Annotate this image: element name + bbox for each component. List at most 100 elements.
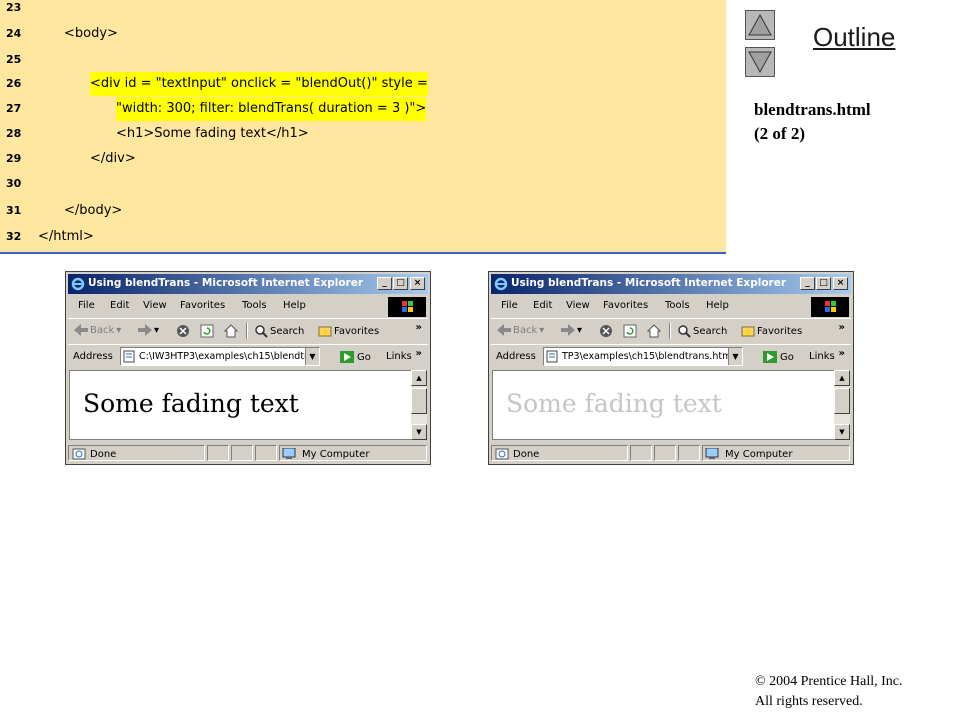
menu-help[interactable]: Help <box>706 300 729 311</box>
fading-heading[interactable]: Some fading text <box>506 389 722 418</box>
browser-window-1: Using blendTrans - Microsoft Internet Ex… <box>65 271 431 465</box>
line-number: 24 <box>6 27 22 40</box>
page-content: Some fading text <box>69 370 413 440</box>
fading-heading[interactable]: Some fading text <box>83 389 299 418</box>
standard-toolbar: Back ▾ ▾ Search Favorites » <box>68 318 428 343</box>
stop-button[interactable] <box>599 324 613 338</box>
refresh-button[interactable] <box>623 324 637 338</box>
links-button[interactable]: Links <box>386 351 412 362</box>
code-text: </div> <box>90 151 136 166</box>
scroll-down-icon[interactable]: ▼ <box>411 424 427 440</box>
address-dropdown-icon[interactable]: ▼ <box>728 348 742 365</box>
page-icon <box>546 350 558 363</box>
window-title: Using blendTrans - Microsoft Internet Ex… <box>511 277 787 289</box>
title-bar: Using blendTrans - Microsoft Internet Ex… <box>491 274 851 294</box>
scroll-down-icon[interactable]: ▼ <box>834 424 850 440</box>
window-title: Using blendTrans - Microsoft Internet Ex… <box>88 277 364 289</box>
menu-tools[interactable]: Tools <box>665 300 690 311</box>
scroll-thumb[interactable] <box>411 388 427 414</box>
forward-button[interactable]: ▾ <box>138 324 159 336</box>
status-cell <box>255 445 277 461</box>
back-button[interactable]: Back ▾ <box>497 324 544 336</box>
menu-favorites[interactable]: Favorites <box>180 300 225 311</box>
home-button[interactable] <box>224 324 238 338</box>
chevron-down-icon: ▾ <box>539 324 545 336</box>
menu-bar: File Edit View Favorites Tools Help <box>68 296 428 317</box>
windows-flag-icon <box>825 301 836 312</box>
menu-file[interactable]: File <box>501 300 518 311</box>
go-arrow-icon <box>340 351 354 363</box>
line-number: 23 <box>6 1 22 14</box>
code-line: 29 </div> <box>0 147 726 171</box>
links-overflow-icon[interactable]: » <box>839 348 845 359</box>
toolbar-overflow-icon[interactable]: » <box>839 322 845 333</box>
file-name: blendtrans.html <box>754 100 871 119</box>
copyright-line: All rights reserved. <box>755 694 863 709</box>
stop-button[interactable] <box>176 324 190 338</box>
links-overflow-icon[interactable]: » <box>416 348 422 359</box>
address-dropdown-icon[interactable]: ▼ <box>305 348 319 365</box>
chevron-down-icon: ▾ <box>154 324 160 336</box>
back-label: Back <box>90 324 115 336</box>
search-button[interactable]: Search <box>677 324 727 338</box>
menu-edit[interactable]: Edit <box>533 300 552 311</box>
menu-favorites[interactable]: Favorites <box>603 300 648 311</box>
menu-edit[interactable]: Edit <box>110 300 129 311</box>
code-listing: 23 24 <body> 25 26 <div id = "textInput"… <box>0 0 726 254</box>
favorites-button[interactable]: Favorites <box>741 324 802 338</box>
favorites-button[interactable]: Favorites <box>318 324 379 338</box>
code-text: </body> <box>64 203 123 218</box>
back-arrow-icon <box>74 324 88 336</box>
go-arrow-icon <box>763 351 777 363</box>
line-number: 25 <box>6 53 22 66</box>
line-number: 28 <box>6 127 22 140</box>
scroll-up-icon[interactable]: ▲ <box>411 370 427 386</box>
search-button[interactable]: Search <box>254 324 304 338</box>
toolbar-overflow-icon[interactable]: » <box>416 322 422 333</box>
next-slide-button[interactable] <box>745 47 775 77</box>
search-icon <box>678 325 691 338</box>
ie-logo-icon <box>494 277 508 291</box>
code-line: 28 <h1>Some fading text</h1> <box>0 122 726 146</box>
outline-link[interactable]: Outline <box>813 22 895 53</box>
scroll-thumb[interactable] <box>834 388 850 414</box>
go-button[interactable]: Go <box>340 351 371 363</box>
previous-slide-button[interactable] <box>745 10 775 40</box>
address-input[interactable]: TP3\examples\ch15\blendtrans.html ▼ <box>543 347 743 366</box>
refresh-button[interactable] <box>200 324 214 338</box>
home-button[interactable] <box>647 324 661 338</box>
close-button[interactable]: × <box>833 277 848 290</box>
menu-view[interactable]: View <box>143 300 167 311</box>
page-content: Some fading text <box>492 370 836 440</box>
links-button[interactable]: Links <box>809 351 835 362</box>
scroll-up-icon[interactable]: ▲ <box>834 370 850 386</box>
back-button[interactable]: Back ▾ <box>74 324 121 336</box>
status-cell <box>630 445 652 461</box>
minimize-button[interactable]: _ <box>377 277 392 290</box>
vertical-scrollbar[interactable]: ▲ ▼ <box>834 370 850 440</box>
toolbar-separator <box>246 323 248 339</box>
menu-file[interactable]: File <box>78 300 95 311</box>
go-button[interactable]: Go <box>763 351 794 363</box>
code-text: <h1>Some fading text</h1> <box>116 126 309 141</box>
vertical-scrollbar[interactable]: ▲ ▼ <box>411 370 427 440</box>
address-input[interactable]: C:\IW3HTP3\examples\ch15\blendtr ▼ <box>120 347 320 366</box>
menu-help[interactable]: Help <box>283 300 306 311</box>
maximize-button[interactable]: □ <box>816 277 831 290</box>
maximize-button[interactable]: □ <box>393 277 408 290</box>
menu-view[interactable]: View <box>566 300 590 311</box>
close-button[interactable]: × <box>410 277 425 290</box>
go-label: Go <box>357 351 371 363</box>
zone-text: My Computer <box>725 448 793 460</box>
code-text: <body> <box>64 26 118 41</box>
title-bar: Using blendTrans - Microsoft Internet Ex… <box>68 274 428 294</box>
status-cell <box>231 445 253 461</box>
favorites-label: Favorites <box>334 325 380 337</box>
forward-button[interactable]: ▾ <box>561 324 582 336</box>
minimize-button[interactable]: _ <box>800 277 815 290</box>
ie-page-icon <box>72 448 86 460</box>
refresh-icon <box>200 324 214 338</box>
status-cell <box>654 445 676 461</box>
menu-tools[interactable]: Tools <box>242 300 267 311</box>
favorites-label: Favorites <box>757 325 803 337</box>
